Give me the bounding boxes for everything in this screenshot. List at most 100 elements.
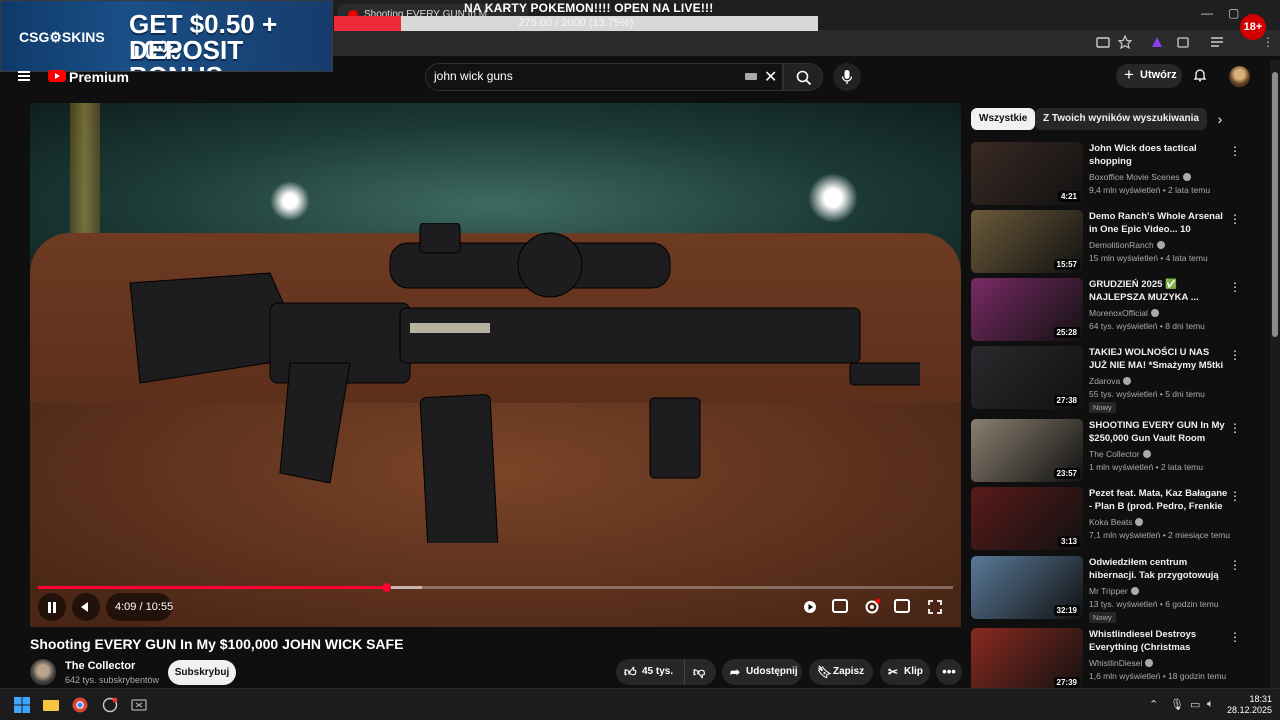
recommendation-item[interactable]: 32:19 Odwiedziłem centrum hibernacji. Tak… [971,556,1241,623]
recommendation-title[interactable]: SHOOTING EVERY GUN In My $250,000 Gun Va… [1089,419,1229,445]
video-thumbnail[interactable]: 23:57 [971,419,1083,482]
recommendation-channel[interactable]: Boxoffice Movie Scenes [1089,172,1191,182]
recommendation-item[interactable]: 27:38 TAKIEJ WOLNOŚCI U NAS JUŻ NIE MA! *… [971,346,1241,413]
page-scrollbar-thumb[interactable] [1272,72,1278,337]
windows-taskbar: ⌃ 🎙︎ ▭ 🔈︎ 18:31 28.12.2025 [0,688,1280,720]
chrome-icon[interactable] [72,697,88,713]
recommendation-channel[interactable]: Koka Beats [1089,517,1144,527]
video-duration: 23:57 [1053,468,1080,479]
recommendation-channel[interactable]: WhistlinDiesel [1089,658,1154,668]
chevron-up-icon[interactable]: ⌃ [1149,698,1158,711]
recommendation-item[interactable]: 23:57 SHOOTING EVERY GUN In My $250,000 G… [971,419,1241,485]
chevron-right-icon[interactable]: › [1210,109,1230,129]
video-thumbnail[interactable]: 25:28 [971,278,1083,341]
video-thumbnail[interactable]: 3:13 [971,487,1083,550]
file-explorer-icon[interactable] [43,697,59,713]
notifications-bell-icon[interactable] [1193,68,1207,82]
progress-bar-knob[interactable] [381,583,391,592]
more-options-icon[interactable]: ⋮ [1229,144,1241,158]
video-thumbnail[interactable]: 27:39 [971,628,1083,691]
speaker-icon[interactable]: 🔈︎ [1207,698,1214,711]
like-button[interactable]: 👍︎ 45 tys. [616,659,684,685]
pause-button[interactable] [38,593,66,621]
extension-icon[interactable] [1150,35,1164,49]
youtube-logo-icon[interactable] [48,70,66,82]
video-player[interactable]: 4:09 / 10:55 [30,103,961,627]
keyboard-icon[interactable] [745,73,757,80]
obs-icon[interactable] [102,697,118,713]
recommendation-title[interactable]: John Wick does tactical shopping [1089,142,1229,168]
settings-gear-icon[interactable] [863,598,881,616]
search-input-value[interactable]: john wick guns [434,69,513,83]
recommendation-title[interactable]: Pezet feat. Mata, Kaz Bałagane - Plan B … [1089,487,1229,514]
windows-start-icon[interactable] [14,697,30,713]
more-options-icon[interactable]: ⋮ [1229,421,1241,435]
user-avatar[interactable] [1229,66,1250,87]
create-button[interactable]: Utwórz [1116,64,1182,88]
video-thumbnail[interactable]: 32:19 [971,556,1083,619]
display-icon[interactable]: ▭ [1190,698,1200,711]
recommendation-title[interactable]: TAKIEJ WOLNOŚCI U NAS JUŻ NIE MA! *Smaży… [1089,346,1229,373]
clip-button[interactable]: ✂ Klip [880,659,930,685]
save-label: Zapisz [833,666,865,677]
video-thumbnail[interactable]: 27:38 [971,346,1083,409]
browser-menu-icon[interactable]: ⋮ [1262,35,1274,49]
clear-search-icon[interactable]: ✕ [764,67,777,87]
hamburger-menu-icon[interactable] [18,71,30,81]
subtitles-icon[interactable] [832,599,848,613]
recommendation-item[interactable]: 15:57 Demo Ranch's Whole Arsenal in One E… [971,210,1241,276]
autoplay-toggle-icon[interactable] [802,599,818,615]
voice-search-button[interactable] [833,63,861,91]
fullscreen-icon[interactable] [927,599,943,615]
recommendation-item[interactable]: 25:28 GRUDZIEŃ 2025 ✅ NAJLEPSZA MUZYKA ..… [971,278,1241,344]
ad-banner[interactable]: CSG⚙SKINS GET $0.50 + 10% DEPOSIT BONUS [0,0,333,72]
share-button[interactable]: ➦ Udostępnij [722,659,802,685]
recommendation-item[interactable]: 27:39 Whistlindiesel Destroys Everything … [971,628,1241,694]
recommendation-item[interactable]: 4:21 John Wick does tactical shopping Boxo… [971,142,1241,208]
youtube-premium-label[interactable]: Premium [69,69,129,85]
volume-button[interactable] [72,593,100,621]
video-thumbnail[interactable]: 15:57 [971,210,1083,273]
save-button[interactable]: 🔖︎ Zapisz [809,659,873,685]
share-arrow-icon: ➦ [730,665,741,679]
recommendation-channel[interactable]: The Collector [1089,449,1151,459]
recommendation-channel[interactable]: MorenoxOfficial [1089,308,1159,318]
more-options-icon[interactable]: ⋮ [1229,558,1241,572]
more-actions-button[interactable]: ••• [936,659,962,685]
donation-goal-text: 275.00 / 2000 (13.75%) [518,17,634,29]
bookmark-star-icon[interactable] [1118,35,1132,49]
recommendation-item[interactable]: 3:13 Pezet feat. Mata, Kaz Bałagane - Pla… [971,487,1241,553]
recommendation-channel[interactable]: DemolitionRanch [1089,240,1165,250]
search-button[interactable] [783,63,823,91]
more-options-icon[interactable]: ⋮ [1229,280,1241,294]
puzzle-icon[interactable] [1176,35,1190,49]
video-duration: 4:21 [1057,191,1080,202]
miniplayer-icon[interactable] [894,599,910,613]
video-thumbnail[interactable]: 4:21 [971,142,1083,205]
more-options-icon[interactable]: ⋮ [1229,348,1241,362]
subscribe-button[interactable]: Subskrybuj [168,660,236,685]
install-app-icon[interactable] [1096,36,1110,50]
minimize-icon[interactable]: — [1201,6,1213,20]
more-options-icon[interactable]: ⋮ [1229,630,1241,644]
chip-all[interactable]: Wszystkie [971,108,1036,130]
recommendation-title[interactable]: Demo Ranch's Whole Arsenal in One Epic V… [1089,210,1229,237]
recommendation-title[interactable]: Odwiedziłem centrum hibernacji. Tak przy… [1089,556,1229,583]
maximize-icon[interactable]: ▢ [1228,6,1239,20]
channel-avatar[interactable] [30,659,56,685]
recommendation-channel[interactable]: Mr Tripper [1089,586,1139,596]
more-options-icon[interactable]: ⋮ [1229,212,1241,226]
channel-name[interactable]: The Collector [65,660,135,672]
recommendation-channel[interactable]: Zdarova [1089,376,1132,386]
clock-time[interactable]: 18:31 [1240,694,1272,704]
app-icon[interactable] [131,697,147,713]
microphone-icon[interactable]: 🎙︎ [1170,698,1184,711]
dislike-button[interactable]: 👎︎ [684,659,716,685]
recommendation-title[interactable]: Whistlindiesel Destroys Everything (Chri… [1089,628,1229,655]
recommendation-title[interactable]: GRUDZIEŃ 2025 ✅ NAJLEPSZA MUZYKA ... [1089,278,1229,304]
recommendation-meta: 15 mln wyświetleń • 4 lata temu [1089,253,1208,263]
chip-from-your-search[interactable]: Z Twoich wyników wyszukiwania [1035,108,1207,130]
clock-date[interactable]: 28.12.2025 [1226,705,1272,715]
more-options-icon[interactable]: ⋮ [1229,489,1241,503]
reading-list-icon[interactable] [1210,36,1224,48]
